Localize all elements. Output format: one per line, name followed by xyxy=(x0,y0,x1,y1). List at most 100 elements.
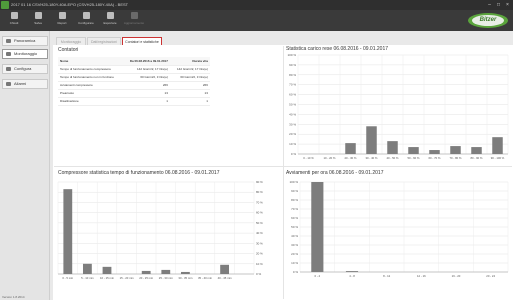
y-tick-label: 50 % xyxy=(291,225,298,229)
table-row: Tempo di funzionamento non in funzione 6… xyxy=(58,73,210,82)
bar xyxy=(161,269,171,274)
save-icon xyxy=(34,12,42,19)
starts-per-hour-chart: 100 % 90 % 80 % 70 % 60 % 50 % 40 % 30 % 20 % 10 … xyxy=(289,180,509,278)
x-tick-label: 0 - 4 xyxy=(315,274,321,278)
y-tick-label: 40 % xyxy=(289,112,296,116)
table-cell: 13 xyxy=(169,89,210,98)
table-cell: Prearresto xyxy=(58,89,116,98)
export-button[interactable]: Esportare xyxy=(99,12,121,30)
x-tick-label: 15 - 20 min xyxy=(120,276,134,280)
save-button[interactable]: Salva xyxy=(27,12,49,30)
x-tick-label: 60 - 70 % xyxy=(429,156,441,160)
table-cell: 1 xyxy=(169,97,210,106)
table-cell: Tempo di funzionamento non in funzione xyxy=(58,73,116,82)
configure-label: Configurare xyxy=(78,21,94,25)
x-tick-label: 8 - 12 xyxy=(383,274,391,278)
config-icon xyxy=(6,67,11,71)
maximize-icon[interactable]: □ xyxy=(494,0,503,10)
bar xyxy=(311,182,324,272)
y-tick-label: 50 % xyxy=(289,103,296,107)
gear-icon xyxy=(82,12,90,19)
bar xyxy=(345,143,356,154)
bar xyxy=(492,137,503,154)
folder-icon xyxy=(10,12,18,19)
table-cell: 142 Giorni/2, 17 Ore(e) xyxy=(169,65,210,74)
sidebar-item-monitoraggio[interactable]: Monitoraggio xyxy=(2,49,48,59)
y-tick-label: 10 % xyxy=(289,142,296,146)
close-file-button[interactable]: Chiudi xyxy=(3,12,25,30)
y-tick-label: 20 % xyxy=(256,252,263,256)
report-button[interactable]: Report xyxy=(51,12,73,30)
close-file-label: Chiudi xyxy=(9,21,19,25)
table-cell: Avviamenti compressore xyxy=(58,81,116,90)
sidebar-item-label: Panoramica xyxy=(14,38,36,43)
column-header: Nome xyxy=(58,57,116,66)
table-row: Disattivazione 1 1 xyxy=(58,97,210,106)
x-tick-label: 25 - 30 min xyxy=(159,276,173,280)
divider xyxy=(54,166,512,167)
table-header-row: Nome Da 06.08.2016 a 09.01.2017 Durata v… xyxy=(58,57,210,66)
brand-logo: Bitzer xyxy=(466,10,510,31)
bar xyxy=(180,271,190,274)
tab-dati-registrazioni[interactable]: Dati/registrazioni xyxy=(87,37,121,45)
y-tick-label: 90 % xyxy=(256,180,263,184)
report-label: Report xyxy=(57,21,67,25)
version-label: Version 1.8.2014 xyxy=(2,295,25,299)
x-tick-label: 50 - 60 % xyxy=(408,156,420,160)
y-tick-label: 70 % xyxy=(291,207,298,211)
bar xyxy=(408,147,419,154)
y-tick-label: 30 % xyxy=(256,241,263,245)
table-cell: 266 xyxy=(169,81,210,90)
y-tick-label: 90 % xyxy=(291,189,298,193)
x-tick-label: 12 - 16 xyxy=(417,274,426,278)
column-header: Da 06.08.2016 a 09.01.2017 xyxy=(115,57,170,66)
brand-logo-text: Bitzer xyxy=(472,15,504,26)
x-tick-label: 20 - 25 min xyxy=(139,276,153,280)
y-tick-label: 100 % xyxy=(287,53,296,57)
x-tick-label: 90 - 100 % xyxy=(491,156,505,160)
export-label: Esportare xyxy=(103,21,117,25)
y-tick-label: 70 % xyxy=(289,83,296,87)
y-tick-label: 60 % xyxy=(289,93,296,97)
window-title: 2017 01 16 CSVH25-180Y-40A.EPO (CSVH25-1… xyxy=(11,2,129,7)
x-tick-label: 70 - 80 % xyxy=(450,156,462,160)
x-tick-label: 40 - 45 min xyxy=(218,276,232,280)
sidebar-item-panoramica[interactable]: Panoramica xyxy=(2,36,48,46)
tab-contatori-statistiche[interactable]: Contatori e statistiche xyxy=(122,37,162,45)
minimize-icon[interactable]: – xyxy=(485,0,494,10)
refresh-button[interactable]: Aggiornamento xyxy=(123,12,145,30)
title-bar: 2017 01 16 CSVH25-180Y-40A.EPO (CSVH25-1… xyxy=(0,0,513,10)
y-tick-label: 60 % xyxy=(256,211,263,215)
y-tick-label: 0 % xyxy=(291,152,297,156)
y-tick-label: 90 % xyxy=(289,63,296,67)
counters-table: Nome Da 06.08.2016 a 09.01.2017 Durata v… xyxy=(58,57,210,106)
close-icon[interactable]: × xyxy=(503,0,512,10)
bar xyxy=(471,147,482,154)
y-tick-label: 80 % xyxy=(256,190,263,194)
x-tick-label: 40 - 50 % xyxy=(387,156,399,160)
y-tick-label: 10 % xyxy=(256,262,263,266)
bar xyxy=(141,270,151,274)
y-tick-label: 20 % xyxy=(289,132,296,136)
table-cell: 60 Giorni/2, 3 Ore(e) xyxy=(169,73,210,82)
x-tick-label: 5 - 10 min xyxy=(81,276,94,280)
y-tick-label: 10 % xyxy=(291,261,298,265)
y-tick-label: 20 % xyxy=(291,252,298,256)
load-statistics-chart: 100 % 90 % 80 % 70 % 60 % 50 % 40 % 30 % 20 % 10 … xyxy=(287,53,509,160)
tab-monitoraggio[interactable]: Monitoraggio xyxy=(56,37,86,45)
y-tick-label: 30 % xyxy=(291,243,298,247)
x-tick-label: 4 - 8 xyxy=(349,274,355,278)
sidebar-item-allarmi[interactable]: Allarmi xyxy=(2,79,48,89)
bar xyxy=(102,266,112,274)
configure-button[interactable]: Configurare xyxy=(75,12,97,30)
sidebar-item-configura[interactable]: Configura xyxy=(2,64,48,74)
y-tick-label: 50 % xyxy=(256,221,263,225)
export-icon xyxy=(106,12,114,19)
refresh-icon xyxy=(130,12,138,19)
y-tick-label: 100 % xyxy=(289,180,298,184)
report-icon xyxy=(58,12,66,19)
counters-title: Contatori xyxy=(58,47,79,53)
x-tick-label: 20 - 30 % xyxy=(345,156,357,160)
save-label: Salva xyxy=(34,21,42,25)
bar xyxy=(220,264,230,274)
